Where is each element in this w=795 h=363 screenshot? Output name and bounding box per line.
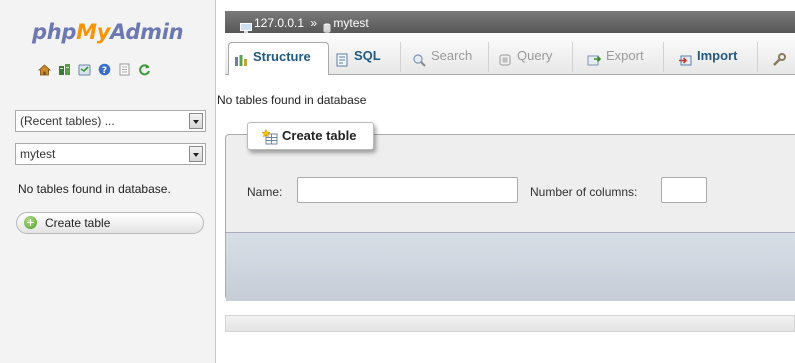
structure-icon [234, 50, 248, 66]
query-window-icon[interactable] [78, 63, 91, 76]
number-of-columns-label: Number of columns: [530, 185, 638, 199]
reload-icon[interactable] [138, 63, 151, 76]
breadcrumb-separator: » [310, 15, 318, 30]
nav-create-table-button[interactable]: Create table [16, 212, 204, 234]
database-select-value: mytest [20, 147, 56, 161]
operations-icon [772, 49, 786, 66]
query-icon [498, 49, 512, 66]
database-icon[interactable] [58, 63, 71, 76]
database-icon [323, 18, 331, 33]
sql-icon [335, 49, 349, 67]
tab-query[interactable]: Query [493, 42, 573, 72]
tab-bar: Structure SQL Search Query Export Import [225, 33, 795, 75]
create-table-legend: Create table [247, 122, 374, 150]
tab-sql[interactable]: SQL [330, 42, 401, 72]
home-icon[interactable] [38, 63, 51, 76]
create-table-footer [226, 232, 795, 301]
recent-tables-value: (Recent tables) ... [20, 114, 115, 128]
number-of-columns-input[interactable] [661, 177, 707, 203]
breadcrumb-server[interactable]: 127.0.0.1 [254, 16, 304, 30]
recent-tables-select[interactable]: (Recent tables) ... [15, 110, 206, 132]
tab-structure[interactable]: Structure [228, 42, 329, 75]
search-icon [412, 49, 426, 67]
no-tables-message: No tables found in database [217, 93, 367, 107]
breadcrumb-database[interactable]: mytest [333, 16, 368, 30]
tab-export[interactable]: Export [582, 42, 664, 72]
dropdown-arrow-icon[interactable] [189, 146, 203, 162]
create-table-fieldset [225, 134, 795, 301]
import-icon [678, 49, 692, 66]
horizontal-scrollbar[interactable] [225, 315, 795, 332]
breadcrumb: 127.0.0.1 » mytest [225, 11, 795, 33]
add-icon [24, 216, 37, 229]
svg-text:?: ? [102, 66, 107, 76]
documentation-icon[interactable] [118, 63, 131, 76]
dropdown-arrow-icon[interactable] [189, 113, 203, 129]
database-select[interactable]: mytest [15, 143, 206, 165]
tab-search[interactable]: Search [407, 42, 489, 72]
tab-operations[interactable] [763, 42, 795, 72]
table-name-label: Name: [247, 185, 283, 199]
new-table-icon [261, 128, 278, 145]
nav-create-table-label: Create table [45, 216, 111, 230]
phpmyadmin-logo[interactable]: phpMyAdmin [32, 20, 184, 44]
tab-import[interactable]: Import [673, 42, 758, 72]
navigation-panel: phpMyAdmin ? (Recent tables) ... mytest … [0, 0, 216, 363]
help-icon[interactable]: ? [98, 63, 111, 76]
nav-icon-bar: ? [38, 63, 151, 76]
table-name-input[interactable] [297, 177, 518, 203]
server-icon [240, 18, 252, 33]
nav-empty-message: No tables found in database. [18, 182, 171, 196]
export-icon [587, 49, 602, 66]
